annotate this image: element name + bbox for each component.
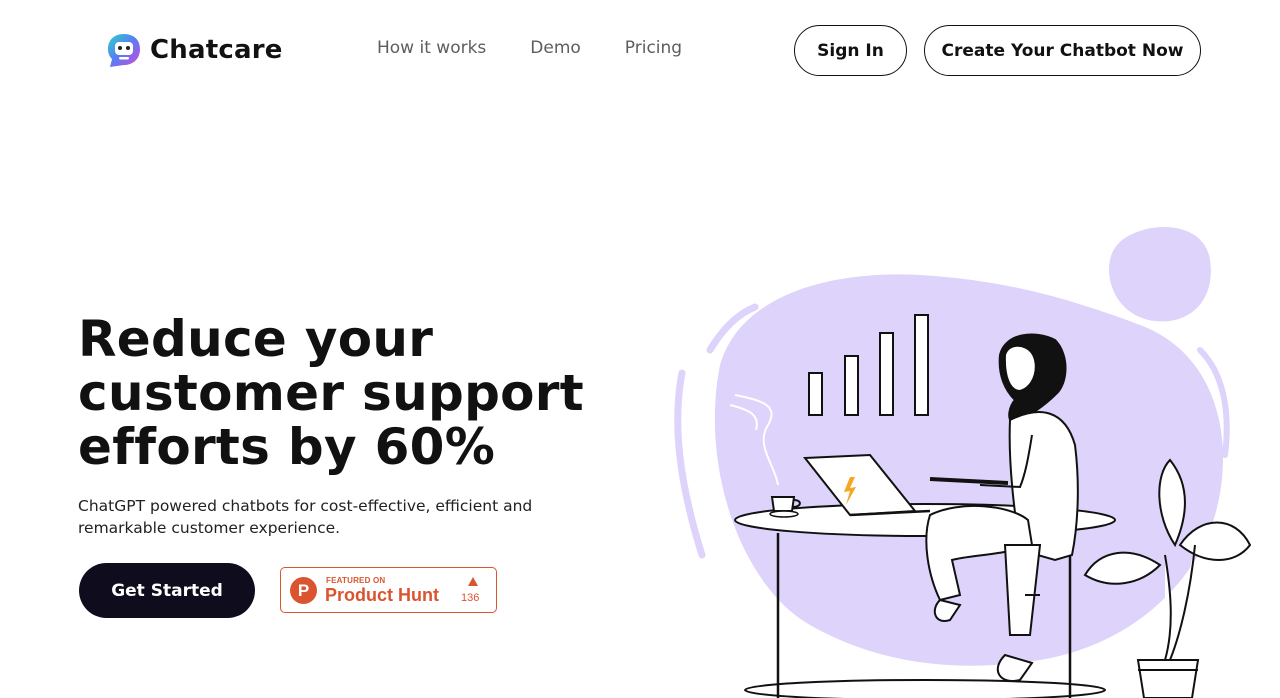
product-hunt-badge[interactable]: P FEATURED ON Product Hunt 136	[280, 567, 497, 613]
hero-title-line: efforts by 60%	[78, 418, 496, 476]
brand-name: Chatcare	[150, 35, 283, 65]
purple-blob	[714, 274, 1223, 666]
brand[interactable]: Chatcare	[106, 32, 283, 68]
hero-subtitle: ChatGPT powered chatbots for cost-effect…	[78, 497, 533, 537]
robot-chat-icon	[106, 32, 142, 68]
nav-link-demo[interactable]: Demo	[530, 38, 581, 58]
upvote-arrow-icon	[468, 577, 478, 586]
sign-in-button[interactable]: Sign In	[794, 25, 907, 76]
purple-blob-small	[1109, 227, 1211, 322]
product-hunt-logo-icon: P	[290, 577, 317, 604]
top-nav: Chatcare How it works Demo Pricing Sign …	[0, 0, 1280, 100]
get-started-button[interactable]: Get Started	[79, 563, 255, 618]
hero-title-line: customer support	[78, 364, 584, 422]
upvote-count: 136	[461, 592, 480, 604]
hero-title: Reduce your customer support efforts by …	[78, 312, 638, 474]
product-hunt-name: Product Hunt	[325, 585, 439, 605]
nav-link-pricing[interactable]: Pricing	[625, 38, 682, 58]
hero-title-line: Reduce your	[78, 310, 434, 368]
create-chatbot-button[interactable]: Create Your Chatbot Now	[924, 25, 1201, 76]
nav-links: How it works Demo Pricing	[377, 38, 726, 58]
nav-link-how-it-works[interactable]: How it works	[377, 38, 486, 58]
product-hunt-featured-label: FEATURED ON	[326, 576, 386, 585]
purple-stroke	[674, 369, 706, 559]
hero-illustration	[660, 215, 1280, 698]
person-at-laptop-illustration	[674, 227, 1252, 698]
coffee-cup	[770, 496, 796, 512]
